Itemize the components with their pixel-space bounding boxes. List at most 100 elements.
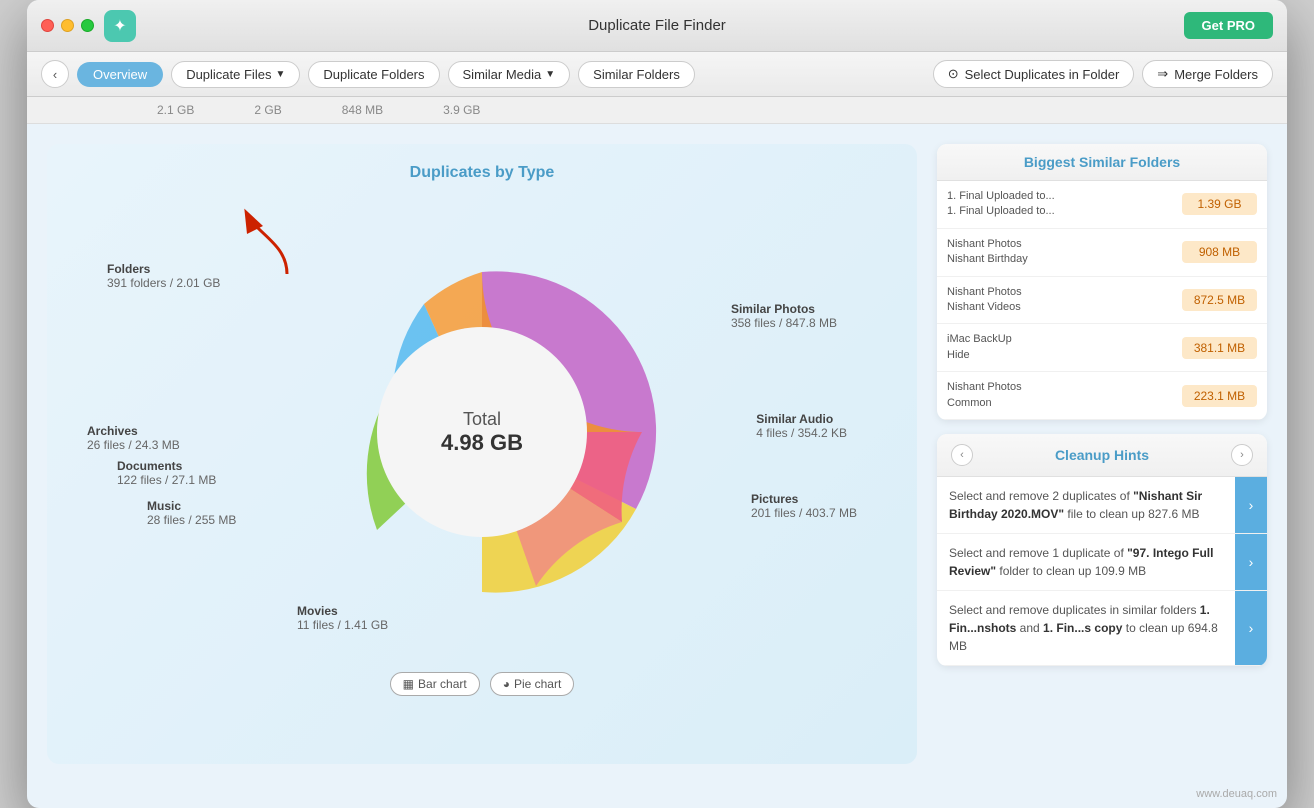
label-folders: Folders 391 folders / 2.01 GB xyxy=(107,262,220,290)
back-button[interactable]: ‹ xyxy=(41,60,69,88)
nav-duplicate-folders[interactable]: Duplicate Folders xyxy=(308,61,439,88)
biggest-folders-panel: Biggest Similar Folders 1. Final Uploade… xyxy=(937,144,1267,420)
content-area: Duplicates by Type xyxy=(27,124,1287,784)
watermark: www.deuaq.com xyxy=(27,784,1287,808)
get-pro-button[interactable]: Get PRO xyxy=(1184,12,1273,39)
hint-item: Select and remove duplicates in similar … xyxy=(937,591,1267,666)
folder-row: 1. Final Uploaded to...1. Final Uploaded… xyxy=(937,181,1267,229)
label-similar-audio: Similar Audio 4 files / 354.2 KB xyxy=(756,412,847,440)
prev-hint-button[interactable]: ‹ xyxy=(951,444,973,466)
app-icon: ✦ xyxy=(104,10,136,42)
titlebar: ✦ Duplicate File Finder Get PRO xyxy=(27,0,1287,52)
chart-buttons: ▦ Bar chart ◕ Pie chart xyxy=(67,672,897,696)
label-sub: 11 files / 1.41 GB xyxy=(297,618,388,632)
select-duplicates-button[interactable]: ⊙ Select Duplicates in Folder xyxy=(933,60,1135,88)
chart-container: Total 4.98 GB Folders 391 folders / 2.01… xyxy=(67,202,897,662)
folder-row: Nishant PhotosCommon 223.1 MB xyxy=(937,372,1267,420)
pie-chart-button[interactable]: ◕ Pie chart xyxy=(490,672,575,696)
hint-action-button[interactable]: › xyxy=(1235,534,1267,590)
folder-names: 1. Final Uploaded to...1. Final Uploaded… xyxy=(947,189,1182,220)
chevron-down-icon: ▼ xyxy=(545,69,555,80)
label-movies: Movies 11 files / 1.41 GB xyxy=(297,604,388,632)
nav-similar-folders[interactable]: Similar Folders xyxy=(578,61,695,88)
right-panel: Biggest Similar Folders 1. Final Uploade… xyxy=(937,144,1267,764)
chart-section: Duplicates by Type xyxy=(47,144,917,764)
folder-names: Nishant PhotosNishant Videos xyxy=(947,285,1182,316)
close-button[interactable] xyxy=(41,19,54,32)
sub-size-2: 2 GB xyxy=(224,97,311,123)
label-sub: 26 files / 24.3 MB xyxy=(87,438,180,452)
overview-button[interactable]: Overview xyxy=(77,62,163,87)
label-sub: 201 files / 403.7 MB xyxy=(751,506,857,520)
folder-row: Nishant PhotosNishant Birthday 908 MB xyxy=(937,229,1267,277)
nav-duplicate-files[interactable]: Duplicate Files ▼ xyxy=(171,61,300,88)
folder-row: Nishant PhotosNishant Videos 872.5 MB xyxy=(937,277,1267,325)
label-archives: Archives 26 files / 24.3 MB xyxy=(87,424,180,452)
label-name: Similar Audio xyxy=(756,412,833,426)
next-hint-button[interactable]: › xyxy=(1231,444,1253,466)
label-documents: Documents 122 files / 27.1 MB xyxy=(117,459,216,487)
nav-label: Similar Folders xyxy=(593,67,680,82)
folder-size: 908 MB xyxy=(1182,241,1257,263)
folder-names: Nishant PhotosCommon xyxy=(947,380,1182,411)
traffic-lights xyxy=(41,19,94,32)
folder-row: iMac BackUpHide 381.1 MB xyxy=(937,324,1267,372)
merge-folders-label: Merge Folders xyxy=(1174,67,1258,82)
folder-size: 223.1 MB xyxy=(1182,385,1257,407)
label-name: Similar Photos xyxy=(731,302,815,316)
app-window: ✦ Duplicate File Finder Get PRO ‹ Overvi… xyxy=(27,0,1287,808)
label-similar-photos: Similar Photos 358 files / 847.8 MB xyxy=(731,302,837,330)
select-duplicates-label: Select Duplicates in Folder xyxy=(965,67,1120,82)
folder-rows: 1. Final Uploaded to...1. Final Uploaded… xyxy=(937,181,1267,420)
label-sub: 4 files / 354.2 KB xyxy=(756,426,847,440)
sub-size-4: 3.9 GB xyxy=(413,97,510,123)
nav-label: Similar Media xyxy=(463,67,542,82)
sub-size-1: 2.1 GB xyxy=(127,97,224,123)
biggest-folders-title: Biggest Similar Folders xyxy=(937,144,1267,181)
folder-size: 1.39 GB xyxy=(1182,193,1257,215)
target-icon: ⊙ xyxy=(948,66,959,82)
pie-chart-label: Pie chart xyxy=(514,677,561,691)
merge-folders-button[interactable]: ⇒ Merge Folders xyxy=(1142,60,1273,88)
hint-action-button[interactable]: › xyxy=(1235,477,1267,533)
label-music: Music 28 files / 255 MB xyxy=(147,499,236,527)
label-sub: 28 files / 255 MB xyxy=(147,513,236,527)
pie-chart-icon: ◕ xyxy=(503,677,510,691)
bar-chart-button[interactable]: ▦ Bar chart xyxy=(390,672,480,696)
merge-icon: ⇒ xyxy=(1157,66,1168,82)
chevron-down-icon: ▼ xyxy=(275,69,285,80)
label-name: Documents xyxy=(117,459,182,473)
hint-action-button[interactable]: › xyxy=(1235,591,1267,665)
window-title: Duplicate File Finder xyxy=(588,17,726,34)
minimize-button[interactable] xyxy=(61,19,74,32)
hint-text: Select and remove duplicates in similar … xyxy=(937,591,1235,665)
toolbar: ‹ Overview Duplicate Files ▼ Duplicate F… xyxy=(27,52,1287,97)
label-name: Movies xyxy=(297,604,338,618)
total-value: 4.98 GB xyxy=(441,430,523,455)
label-sub: 122 files / 27.1 MB xyxy=(117,473,216,487)
sub-toolbar: 2.1 GB 2 GB 848 MB 3.9 GB xyxy=(27,97,1287,124)
hints-title: Cleanup Hints xyxy=(1055,447,1149,463)
folder-size: 872.5 MB xyxy=(1182,289,1257,311)
nav-label: Duplicate Folders xyxy=(323,67,424,82)
folder-names: iMac BackUpHide xyxy=(947,332,1182,363)
total-label: Total xyxy=(463,409,501,429)
label-name: Pictures xyxy=(751,492,798,506)
hint-text: Select and remove 1 duplicate of "97. In… xyxy=(937,534,1235,590)
label-name: Archives xyxy=(87,424,138,438)
hint-item: Select and remove 2 duplicates of "Nisha… xyxy=(937,477,1267,534)
hints-header: ‹ Cleanup Hints › xyxy=(937,434,1267,477)
hint-item: Select and remove 1 duplicate of "97. In… xyxy=(937,534,1267,591)
hint-text: Select and remove 2 duplicates of "Nisha… xyxy=(937,477,1235,533)
bar-chart-label: Bar chart xyxy=(418,677,467,691)
nav-similar-media[interactable]: Similar Media ▼ xyxy=(448,61,571,88)
chart-title: Duplicates by Type xyxy=(67,164,897,182)
folder-names: Nishant PhotosNishant Birthday xyxy=(947,237,1182,268)
label-sub: 358 files / 847.8 MB xyxy=(731,316,837,330)
maximize-button[interactable] xyxy=(81,19,94,32)
label-pictures: Pictures 201 files / 403.7 MB xyxy=(751,492,857,520)
folder-size: 381.1 MB xyxy=(1182,337,1257,359)
cleanup-hints-panel: ‹ Cleanup Hints › Select and remove 2 du… xyxy=(937,434,1267,666)
nav-label: Duplicate Files xyxy=(186,67,271,82)
label-sub: 391 folders / 2.01 GB xyxy=(107,276,220,290)
